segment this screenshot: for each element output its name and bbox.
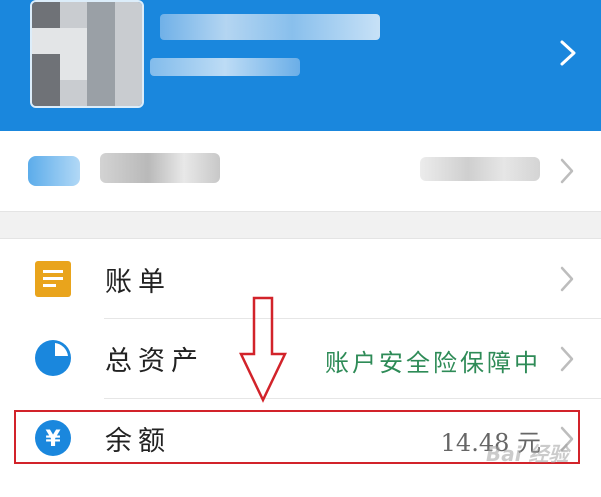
account-info-row[interactable] — [0, 131, 601, 211]
avatar[interactable] — [30, 0, 144, 108]
menu-item-total-assets[interactable]: 总资产 账户安全险保障中 — [0, 319, 601, 399]
blurred-username — [160, 14, 380, 40]
menu-item-bill[interactable]: 账单 — [0, 239, 601, 319]
blurred-account-label — [100, 153, 220, 183]
chevron-right-icon — [560, 266, 574, 292]
menu-item-label: 总资产 — [105, 346, 204, 377]
chevron-right-icon — [560, 346, 574, 372]
blurred-account-value — [420, 157, 540, 181]
profile-header[interactable] — [0, 0, 601, 131]
chevron-right-icon — [560, 158, 574, 184]
bill-document-icon — [35, 261, 71, 297]
section-divider — [0, 211, 601, 239]
account-icon — [28, 156, 80, 186]
pie-chart-icon — [35, 340, 71, 376]
chevron-right-icon — [560, 40, 576, 66]
down-arrow-annotation-icon — [239, 296, 287, 403]
blurred-account-id — [150, 58, 300, 76]
insurance-status-text: 账户安全险保障中 — [325, 349, 541, 377]
watermark: Bai 经验 — [486, 442, 569, 466]
menu-item-label: 账单 — [105, 267, 171, 298]
